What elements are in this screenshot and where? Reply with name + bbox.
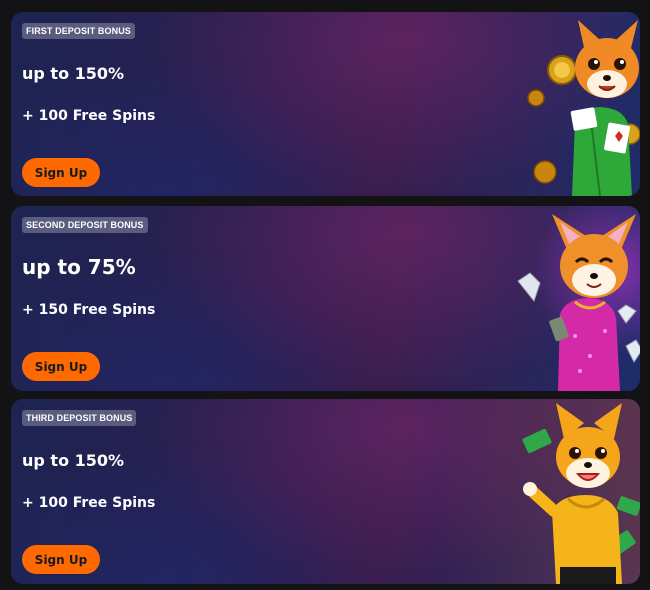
fox-mascot-illustration — [460, 12, 640, 196]
fox-mascot-illustration — [460, 399, 640, 584]
promo-card-first-deposit: FIRST DEPOSIT BONUS up to 150% + 100 Fre… — [11, 12, 640, 196]
promo-tag: FIRST DEPOSIT BONUS — [22, 23, 135, 39]
promo-card-list: FIRST DEPOSIT BONUS up to 150% + 100 Fre… — [0, 0, 650, 590]
promo-free-spins: + 100 Free Spins — [22, 495, 156, 511]
fox-mascot-illustration — [460, 206, 640, 391]
fox-diamonds-image — [517, 214, 640, 391]
promo-headline: up to 150% — [22, 64, 125, 83]
promo-headline: up to 75% — [22, 255, 136, 279]
promo-tag: SECOND DEPOSIT BONUS — [22, 217, 148, 233]
sign-up-button[interactable]: Sign Up — [22, 545, 100, 574]
promo-free-spins: + 150 Free Spins — [22, 302, 156, 318]
promo-tag: THIRD DEPOSIT BONUS — [22, 410, 137, 426]
sign-up-button[interactable]: Sign Up — [22, 158, 100, 187]
fox-cards-image — [527, 20, 640, 196]
promo-card-third-deposit: THIRD DEPOSIT BONUS up to 150% + 100 Fre… — [11, 399, 640, 584]
fox-cash-image — [522, 403, 640, 584]
sign-up-button[interactable]: Sign Up — [22, 352, 100, 381]
promo-free-spins: + 100 Free Spins — [22, 108, 156, 124]
promo-card-second-deposit: SECOND DEPOSIT BONUS up to 75% + 150 Fre… — [11, 206, 640, 391]
promo-headline: up to 150% — [22, 451, 125, 470]
